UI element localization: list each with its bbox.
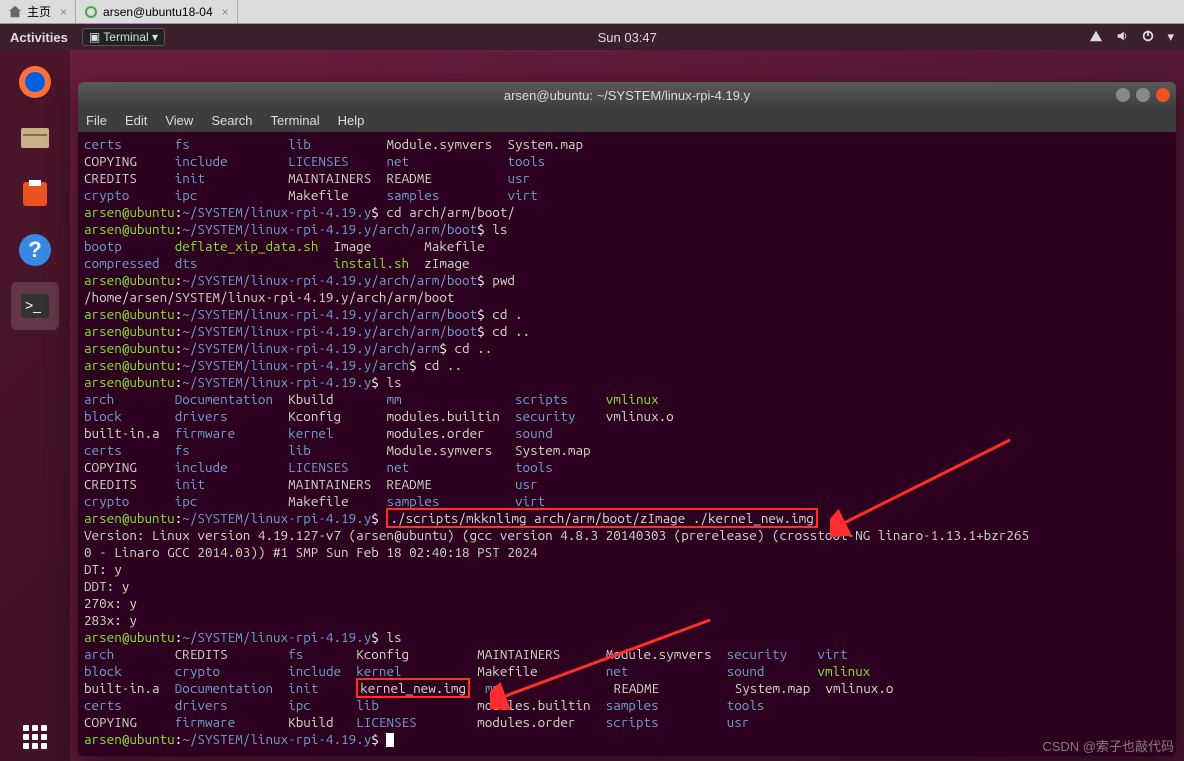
dock-help[interactable]: ? bbox=[11, 226, 59, 274]
tab-home-label: 主页 bbox=[27, 3, 51, 20]
dock-files[interactable] bbox=[11, 114, 59, 162]
window-minimize[interactable] bbox=[1116, 88, 1130, 102]
terminal-menubar: File Edit View Search Terminal Help bbox=[78, 108, 1176, 132]
highlight-file: kernel_new.img bbox=[356, 678, 470, 698]
svg-text:>_: >_ bbox=[25, 297, 41, 313]
volume-icon[interactable] bbox=[1115, 29, 1129, 46]
close-icon[interactable]: × bbox=[60, 5, 67, 19]
refresh-icon bbox=[84, 5, 98, 19]
window-close[interactable] bbox=[1156, 88, 1170, 102]
menu-file[interactable]: File bbox=[86, 113, 107, 128]
terminal-titlebar[interactable]: arsen@ubuntu: ~/SYSTEM/linux-rpi-4.19.y bbox=[78, 82, 1176, 108]
menu-view[interactable]: View bbox=[165, 113, 193, 128]
menu-edit[interactable]: Edit bbox=[125, 113, 147, 128]
menu-search[interactable]: Search bbox=[211, 113, 252, 128]
terminal-window: arsen@ubuntu: ~/SYSTEM/linux-rpi-4.19.y … bbox=[78, 82, 1176, 756]
gnome-topbar: Activities ▣ Terminal ▾ Sun 03:47 ▾ bbox=[0, 24, 1184, 50]
window-maximize[interactable] bbox=[1136, 88, 1150, 102]
window-title: arsen@ubuntu: ~/SYSTEM/linux-rpi-4.19.y bbox=[504, 88, 750, 103]
terminal-output[interactable]: certs fs lib Module.symvers System.map C… bbox=[78, 132, 1176, 756]
watermark: CSDN @索子也敲代码 bbox=[1042, 736, 1174, 755]
power-icon[interactable] bbox=[1141, 29, 1155, 46]
cursor bbox=[386, 733, 394, 747]
app-menu-label: Terminal bbox=[103, 30, 148, 44]
system-tray[interactable]: ▾ bbox=[1089, 29, 1174, 46]
dock-software[interactable] bbox=[11, 170, 59, 218]
tab-ubuntu-label: arsen@ubuntu18-04 bbox=[103, 5, 213, 19]
clock[interactable]: Sun 03:47 bbox=[598, 30, 657, 45]
dock-terminal[interactable]: >_ bbox=[11, 282, 59, 330]
app-menu[interactable]: ▣ Terminal ▾ bbox=[82, 28, 165, 46]
close-icon[interactable]: × bbox=[222, 5, 229, 19]
browser-tabs: 主页 × arsen@ubuntu18-04 × bbox=[0, 0, 1184, 24]
svg-text:?: ? bbox=[28, 237, 41, 262]
home-icon bbox=[8, 5, 22, 19]
show-apps[interactable] bbox=[23, 725, 47, 749]
menu-help[interactable]: Help bbox=[338, 113, 365, 128]
activities-button[interactable]: Activities bbox=[10, 30, 68, 45]
highlight-command: ./scripts/mkknlimg arch/arm/boot/zImage … bbox=[386, 508, 817, 528]
chevron-down-icon[interactable]: ▾ bbox=[1167, 29, 1174, 45]
dock-firefox[interactable] bbox=[11, 58, 59, 106]
tab-ubuntu[interactable]: arsen@ubuntu18-04 × bbox=[76, 0, 238, 23]
network-icon[interactable] bbox=[1089, 29, 1103, 46]
dock: ? >_ bbox=[0, 50, 70, 761]
menu-terminal[interactable]: Terminal bbox=[271, 113, 320, 128]
tab-home[interactable]: 主页 × bbox=[0, 0, 76, 23]
